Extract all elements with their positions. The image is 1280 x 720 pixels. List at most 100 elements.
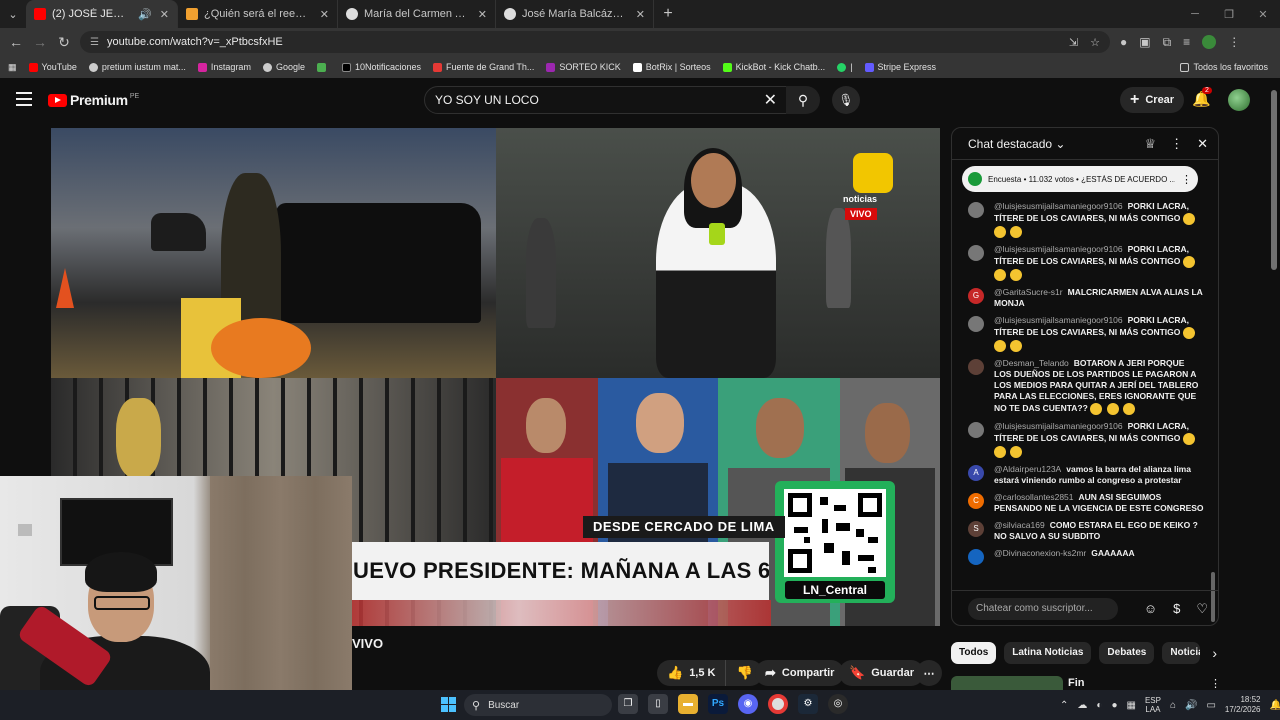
recommendation-title[interactable]: Fin	[1068, 677, 1085, 689]
reading-list-icon[interactable]: ≡	[1183, 35, 1190, 49]
photoshop-icon[interactable]: Ps	[708, 694, 728, 714]
chat-mode-selector[interactable]: Chat destacado ⌄	[968, 137, 1065, 151]
chip-debates[interactable]: Debates	[1099, 642, 1155, 664]
profile-avatar-icon[interactable]	[1202, 35, 1217, 49]
bookmark-item[interactable]: pretium iustum mat...	[83, 62, 192, 72]
chip-todos[interactable]: Todos	[951, 642, 997, 664]
bookmark-item[interactable]: BotRix | Sorteos	[627, 62, 717, 72]
recommendation-thumbnail[interactable]	[951, 676, 1063, 690]
save-button[interactable]: 🔖 Guardar	[839, 660, 924, 686]
more-vertical-icon[interactable]: ⋮	[1181, 173, 1192, 186]
apps-grid-icon[interactable]: ▦	[0, 62, 23, 73]
bookmark-item[interactable]: Google	[257, 62, 311, 72]
tray-overflow-icon[interactable]: ⌃	[1060, 700, 1068, 711]
chat-avatar[interactable]	[968, 202, 984, 218]
chat-scrollbar[interactable]	[1211, 164, 1215, 622]
tab-search-icon[interactable]: ⌄	[0, 0, 26, 28]
more-vertical-icon[interactable]: ⋮	[1170, 136, 1183, 152]
url-field[interactable]: ☰ youtube.com/watch?v=_xPtbcsfxHE ⇲ ☆	[80, 31, 1110, 53]
chat-input[interactable]: Chatear como suscriptor...	[968, 597, 1118, 620]
bookmark-item[interactable]: Stripe Express	[859, 62, 943, 72]
bookmark-item[interactable]: Instagram	[192, 62, 257, 72]
chat-avatar[interactable]	[968, 245, 984, 261]
chat-message[interactable]: C @carlosollantes2851 AUN ASI SEGUIMOS PEN…	[952, 489, 1212, 517]
heart-icon[interactable]: ♡	[1196, 601, 1208, 617]
chat-avatar[interactable]	[968, 316, 984, 332]
chat-message[interactable]: @luisjesusmijailsamaniegoor9106 PORKI LAC…	[952, 241, 1212, 284]
chat-author[interactable]: @Divinaconexion-ks2mr	[994, 548, 1086, 558]
more-vertical-icon[interactable]: ⋮	[1210, 677, 1221, 690]
chat-author[interactable]: @luisjesusmijailsamaniegoor9106	[994, 421, 1123, 431]
tab-audio-icon[interactable]: 🔊	[138, 8, 152, 21]
browser-tab[interactable]: María del Carmen Alva Prieto - ✕	[338, 0, 496, 28]
windows-start-icon[interactable]	[441, 697, 456, 712]
app-icon[interactable]: ▯	[648, 694, 668, 714]
chat-author[interactable]: @Desman_Telando	[994, 358, 1069, 368]
discord-icon[interactable]: ◉	[738, 694, 758, 714]
extension-icon[interactable]: ●	[1120, 35, 1127, 49]
volume-icon[interactable]: 🔊	[1185, 700, 1197, 711]
forward-arrow-icon[interactable]: →	[28, 34, 52, 50]
tray-app-icon[interactable]: ●	[1111, 700, 1117, 711]
close-chat-icon[interactable]: ✕	[1197, 136, 1208, 152]
bookmark-item[interactable]: SORTEO KICK	[540, 62, 626, 72]
browser-tab[interactable]: ¿Quién será el reemplazo de Jo ✕	[178, 0, 338, 28]
tray-app-icon[interactable]: ▦	[1126, 700, 1135, 711]
chat-avatar[interactable]	[968, 549, 984, 565]
all-bookmarks-button[interactable]: Todos los favoritos	[1174, 62, 1280, 72]
browser-tab[interactable]: (2) JOSÉ JERÍ YA NO ES PRE 🔊 ✕	[26, 0, 178, 28]
chat-message[interactable]: @Desman_Telando BOTARON A JERI PORQUE LOS…	[952, 355, 1212, 418]
account-avatar[interactable]	[1228, 89, 1250, 111]
chat-author[interactable]: @silviaca169	[994, 520, 1045, 530]
search-input[interactable]: YO SOY UN LOCO ✕	[424, 86, 788, 114]
notification-center-icon[interactable]: 🔔	[1270, 700, 1280, 711]
share-button[interactable]: ➦ Compartir	[755, 660, 845, 686]
crown-icon[interactable]: ♕	[1144, 136, 1156, 152]
reload-icon[interactable]: ↻	[52, 34, 76, 51]
voice-search-button[interactable]: 🎙	[832, 86, 860, 114]
tab-close-icon[interactable]: ✕	[320, 8, 329, 21]
tray-app-icon[interactable]: ◐	[1096, 700, 1102, 711]
page-scrollbar[interactable]	[1271, 90, 1277, 270]
chat-author[interactable]: @GaritaSucre-s1r	[994, 287, 1063, 297]
chat-author[interactable]: @Aldairperu123A	[994, 464, 1061, 474]
chat-author[interactable]: @luisjesusmijailsamaniegoor9106	[994, 244, 1123, 254]
file-explorer-icon[interactable]: ▬	[678, 694, 698, 714]
restore-icon[interactable]: ❐	[1212, 8, 1246, 21]
close-window-icon[interactable]: ✕	[1246, 8, 1280, 21]
browser-menu-icon[interactable]: ⋮	[1228, 35, 1240, 49]
like-button[interactable]: 👍 1,5 K	[657, 660, 727, 686]
extensions-puzzle-icon[interactable]: ⧉	[1163, 35, 1172, 50]
chat-avatar[interactable]: S	[968, 521, 984, 537]
tray-app-icon[interactable]: ☁	[1077, 700, 1087, 711]
bookmark-item[interactable]: KickBot - Kick Chatb...	[717, 62, 832, 72]
chip-latina-noticias[interactable]: Latina Noticias	[1004, 642, 1092, 664]
chat-avatar[interactable]	[968, 422, 984, 438]
chat-message[interactable]: @luisjesusmijailsamaniegoor9106 PORKI LAC…	[952, 198, 1212, 241]
chat-avatar[interactable]: A	[968, 465, 984, 481]
input-language[interactable]: ESP LAA	[1145, 696, 1161, 714]
search-button[interactable]: ⚲	[786, 86, 820, 114]
super-chat-icon[interactable]: $	[1173, 601, 1180, 617]
chat-message[interactable]: @luisjesusmijailsamaniegoor9106 PORKI LAC…	[952, 418, 1212, 461]
site-info-icon[interactable]: ☰	[90, 37, 99, 48]
clock[interactable]: 18:52 17/2/2026	[1225, 695, 1261, 715]
bookmark-item[interactable]: 10Notificaciones	[336, 62, 427, 72]
chat-author[interactable]: @luisjesusmijailsamaniegoor9106	[994, 315, 1123, 325]
poll-banner[interactable]: Encuesta • 11.032 votos • ¿ESTÁS DE ACUE…	[962, 166, 1198, 192]
back-arrow-icon[interactable]: ←	[4, 34, 28, 50]
bookmark-item[interactable]	[311, 62, 336, 72]
tab-close-icon[interactable]: ✕	[160, 8, 169, 21]
clear-search-icon[interactable]: ✕	[764, 90, 777, 110]
extension-icon[interactable]: ▣	[1139, 35, 1150, 49]
task-view-icon[interactable]: ❐	[618, 694, 638, 714]
taskbar-search[interactable]: ⚲ Buscar	[464, 694, 612, 716]
tab-close-icon[interactable]: ✕	[636, 8, 645, 21]
youtube-premium-logo[interactable]: Premium PE	[48, 92, 139, 108]
obs-icon[interactable]: ◎	[828, 694, 848, 714]
battery-icon[interactable]: ▭	[1206, 700, 1215, 711]
create-button[interactable]: + Crear	[1120, 87, 1185, 113]
install-app-icon[interactable]: ⇲	[1069, 36, 1078, 49]
menu-hamburger-icon[interactable]	[16, 92, 32, 106]
emoji-icon[interactable]: ☺	[1144, 601, 1157, 617]
